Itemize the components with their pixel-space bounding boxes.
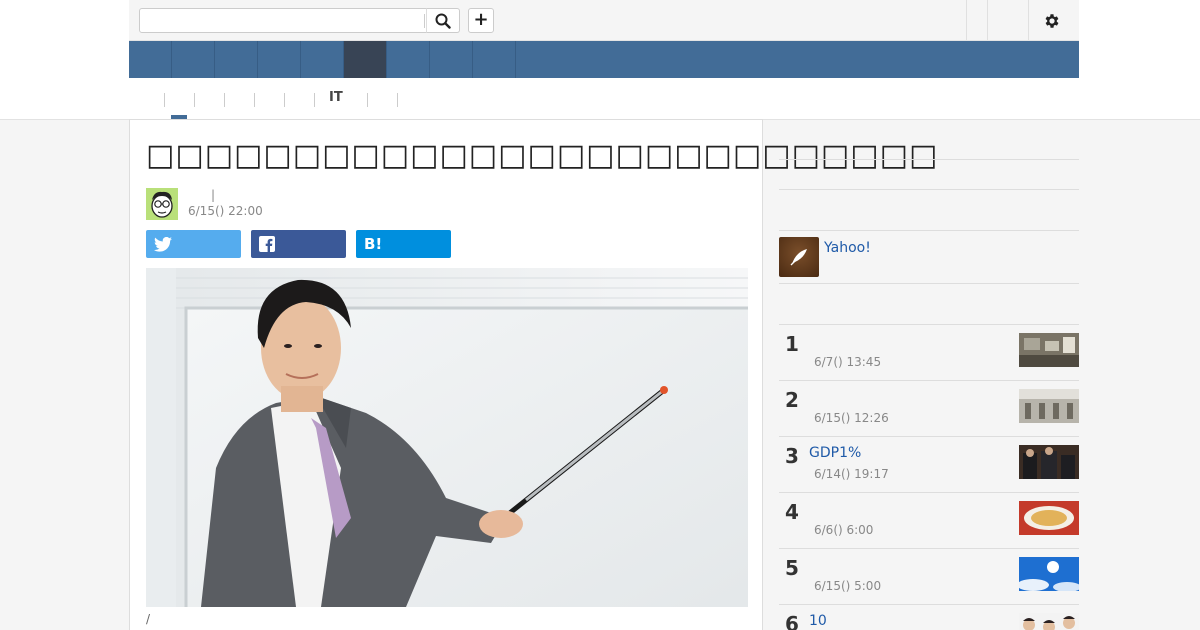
office-desk-image: [1019, 333, 1079, 367]
ranking-number: 3: [785, 444, 799, 468]
top-bar: +: [129, 0, 1079, 41]
ranking-date: 6/6() 6:00: [814, 523, 874, 537]
author-face-icon: [146, 188, 178, 220]
ranking-item[interactable]: 6 10: [779, 605, 1079, 630]
ranking-item[interactable]: 1 6/7() 13:45: [779, 325, 1079, 381]
sidebar-divider: [779, 189, 1079, 190]
yahoo-app-icon[interactable]: [779, 237, 819, 277]
ranking-date: 6/15() 5:00: [814, 579, 882, 593]
ranking-number: 6: [785, 612, 799, 630]
ranking-item[interactable]: 4 6/6() 6:00: [779, 493, 1079, 549]
sidebar-divider: [779, 159, 1079, 160]
top-divider: [987, 0, 988, 40]
subnav-divider: [367, 93, 368, 107]
ranking-date: 6/14() 19:17: [814, 467, 889, 481]
ranking-title[interactable]: 10: [809, 613, 827, 629]
ranking-thumbnail[interactable]: [1019, 501, 1079, 535]
top-divider: [966, 0, 967, 40]
hatena-bookmark-button[interactable]: B!: [356, 230, 451, 258]
ranking-date: 6/7() 13:45: [814, 355, 882, 369]
search-input[interactable]: [139, 8, 427, 33]
ranking-title[interactable]: GDP1%: [809, 445, 861, 461]
facebook-share-button[interactable]: [251, 230, 346, 258]
nav-item-active[interactable]: [344, 41, 387, 78]
office-workers-image: [1019, 613, 1079, 630]
add-button[interactable]: +: [468, 8, 494, 33]
blue-sky-sun-image: [1019, 557, 1079, 591]
photo-caption: /: [146, 612, 151, 626]
sidebar-divider: [779, 230, 1079, 231]
sidebar: Yahoo! 1 6/7() 13:45 2 6/15() 12:26 3 GD…: [779, 119, 1079, 630]
author-avatar[interactable]: [146, 188, 178, 220]
subnav-divider: [314, 93, 315, 107]
nav-item[interactable]: [215, 41, 258, 78]
ranking-number: 4: [785, 500, 799, 524]
subnav-divider: [254, 93, 255, 107]
ranking-thumbnail[interactable]: [1019, 557, 1079, 591]
subnav-item-it[interactable]: IT: [329, 90, 343, 105]
ranking-number: 5: [785, 556, 799, 580]
ranking-date: 6/15() 12:26: [814, 411, 889, 425]
search-divider: [424, 14, 425, 28]
ranking-number: 2: [785, 388, 799, 412]
subnav-divider: [284, 93, 285, 107]
ranking-thumbnail[interactable]: [1019, 333, 1079, 367]
subnav-divider: [164, 93, 165, 107]
article-photo: [146, 268, 748, 607]
main-nav: [129, 41, 1079, 78]
top-divider: [1028, 0, 1029, 40]
nav-item[interactable]: [430, 41, 473, 78]
search-icon: [435, 13, 451, 29]
twitter-share-button[interactable]: [146, 230, 241, 258]
article-date: 6/15() 22:00: [188, 204, 263, 218]
search-button[interactable]: [424, 8, 460, 33]
sidebar-divider: [779, 283, 1079, 284]
businessman-pointing-image: [146, 268, 748, 607]
ranking-item[interactable]: 3 GDP1% 6/14() 19:17: [779, 437, 1079, 493]
nav-item[interactable]: [301, 41, 344, 78]
byline-separator: |: [211, 188, 216, 202]
ranking-thumbnail[interactable]: [1019, 445, 1079, 479]
people-in-suits-image: [1019, 445, 1079, 479]
station-gates-image: [1019, 389, 1079, 423]
yahoo-link[interactable]: Yahoo!: [824, 240, 871, 256]
twitter-icon: [154, 236, 172, 252]
ranking-thumbnail[interactable]: [1019, 389, 1079, 423]
soup-bowl-image: [1019, 501, 1079, 535]
sub-nav: IT: [129, 78, 1079, 119]
nav-item[interactable]: [473, 41, 516, 78]
nav-item[interactable]: [387, 41, 430, 78]
subnav-divider: [224, 93, 225, 107]
ranking-number: 1: [785, 332, 799, 356]
settings-button[interactable]: [1041, 10, 1063, 32]
ranking-item[interactable]: 5 6/15() 5:00: [779, 549, 1079, 605]
ranking-item[interactable]: 2 6/15() 12:26: [779, 381, 1079, 437]
nav-item[interactable]: [172, 41, 215, 78]
ranking-thumbnail[interactable]: [1019, 613, 1079, 630]
nav-item[interactable]: [129, 41, 172, 78]
article: □□□□□□□□□□□□□□□□□□□□□□□□□□□ | 6/15() 22:…: [129, 119, 937, 630]
subnav-divider: [194, 93, 195, 107]
gear-icon: [1045, 14, 1059, 28]
quill-icon: [790, 249, 807, 266]
nav-item[interactable]: [258, 41, 301, 78]
subnav-divider: [397, 93, 398, 107]
facebook-icon: [259, 236, 275, 252]
